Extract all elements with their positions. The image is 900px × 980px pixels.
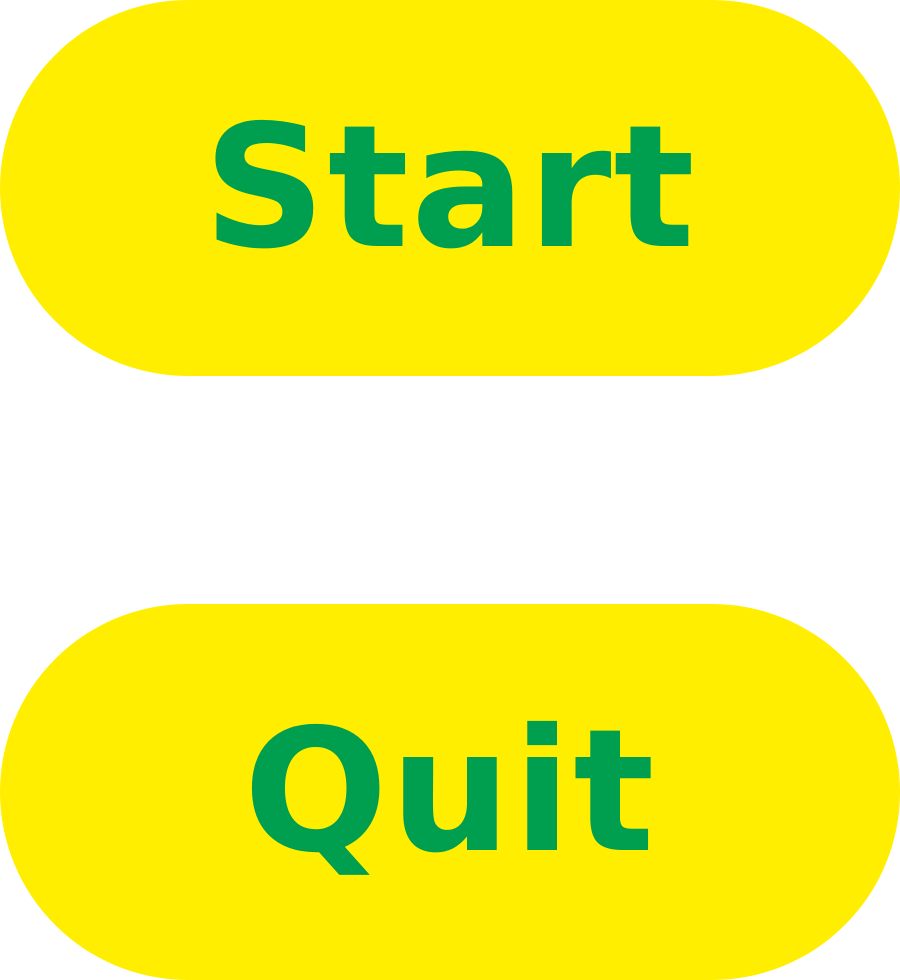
quit-button[interactable]: Quit	[0, 604, 900, 980]
quit-button-label: Quit	[243, 693, 657, 891]
main-menu: Start Quit	[0, 0, 900, 980]
start-button[interactable]: Start	[0, 0, 900, 376]
start-button-label: Start	[203, 89, 697, 287]
